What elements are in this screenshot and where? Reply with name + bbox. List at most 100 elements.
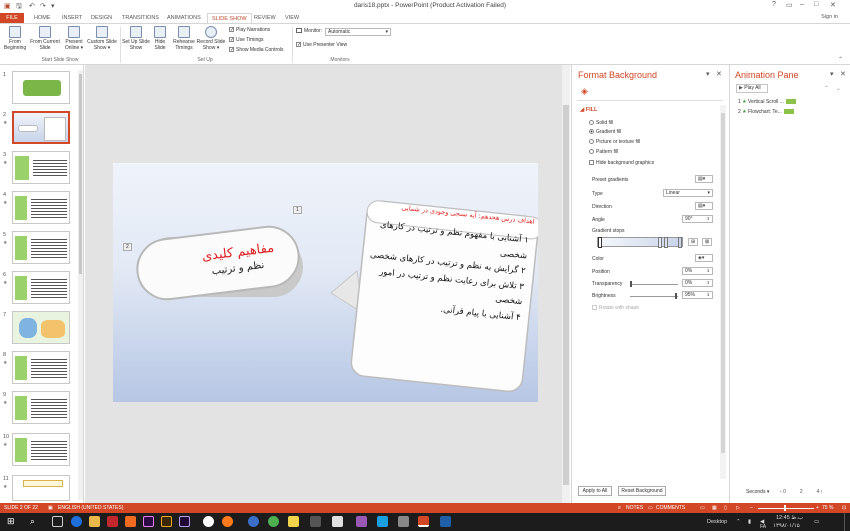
minimize-icon[interactable]: – (800, 1, 804, 8)
sign-in-link[interactable]: Sign in (821, 14, 838, 20)
move-down-icon[interactable]: ⌄ (836, 85, 841, 92)
rotate-with-shape-checkbox[interactable]: Rotate with shape (592, 305, 639, 311)
illustrator-icon[interactable] (161, 516, 172, 527)
animation-item-2[interactable]: 2 ★ Flowchart: Te... (738, 109, 794, 115)
pane-options-icon[interactable]: ▾ (706, 70, 710, 78)
brightness-spinner[interactable]: 95% ⇕ (682, 291, 713, 299)
ribbon-display-icon[interactable]: ▭ (786, 1, 793, 9)
slide-thumbnail-3[interactable] (12, 151, 70, 184)
slide-thumbnail-4[interactable] (12, 191, 70, 224)
reset-background-button[interactable]: Reset Background (618, 486, 666, 496)
type-dropdown[interactable]: Linear ▾ (663, 189, 713, 197)
desktop-toolbar[interactable]: Desktop (707, 519, 727, 525)
animation-item-1[interactable]: 1 ★ Vertical Scroll ... (738, 99, 796, 105)
collapse-ribbon-icon[interactable]: ⌃ (838, 56, 843, 63)
app-icon[interactable] (356, 516, 367, 527)
tab-home[interactable]: HOME (30, 13, 55, 23)
tab-design[interactable]: DESIGN (87, 13, 116, 23)
gradient-stop-handle[interactable] (678, 237, 682, 248)
slide-thumbnail-8[interactable] (12, 351, 70, 384)
from-current-slide-button[interactable]: From Current Slide (30, 26, 60, 51)
file-explorer-icon[interactable] (89, 516, 100, 527)
paint-bucket-icon[interactable]: ◈ (581, 86, 588, 97)
slide-thumbnail-7[interactable] (12, 311, 70, 344)
show-media-controls-checkbox[interactable]: ✓ Show Media Controls (229, 47, 284, 53)
transparency-slider[interactable] (630, 281, 678, 287)
presenter-view-checkbox[interactable]: ✓ Use Presenter View (296, 42, 347, 48)
move-up-icon[interactable]: ⌃ (824, 85, 829, 92)
windows-start-icon[interactable]: ⊞ (7, 516, 15, 527)
zoom-out-icon[interactable]: – (750, 505, 753, 511)
slider-thumb[interactable] (784, 505, 786, 511)
app-icon[interactable] (288, 516, 299, 527)
color-picker[interactable]: ◈▾ (695, 254, 713, 262)
slide-thumbnail-5[interactable] (12, 231, 70, 264)
app-icon[interactable] (248, 516, 259, 527)
solid-fill-radio[interactable]: Solid fill (589, 120, 613, 126)
gradient-stop-handle[interactable] (598, 237, 602, 248)
brightness-slider[interactable] (630, 293, 678, 299)
firefox-icon[interactable] (222, 516, 233, 527)
after-effects-icon[interactable] (179, 516, 190, 527)
edge-icon[interactable] (71, 516, 82, 527)
record-slide-show-button[interactable]: Record Slide Show ▾ (196, 26, 226, 51)
pattern-fill-radio[interactable]: Pattern fill (589, 149, 618, 155)
search-icon[interactable]: ⌕ (30, 516, 35, 527)
slide-sorter-icon[interactable]: ▦ (712, 505, 717, 511)
play-all-button[interactable]: ▶ Play All (736, 84, 768, 93)
slider-thumb[interactable] (675, 293, 677, 299)
close-pane-icon[interactable]: ✕ (716, 70, 722, 78)
media-app-icon[interactable] (203, 516, 214, 527)
preset-gradients-dropdown[interactable]: ▤▾ (695, 175, 713, 183)
set-up-slide-show-button[interactable]: Set Up Slide Show (122, 26, 150, 51)
help-icon[interactable]: ? (772, 1, 776, 8)
app-icon[interactable] (440, 516, 451, 527)
gradient-stop-handle[interactable] (664, 237, 668, 248)
zoom-slider[interactable] (758, 505, 814, 511)
add-gradient-stop-button[interactable]: ⊞ (688, 238, 698, 246)
position-spinner[interactable]: 0% ⇕ (682, 267, 713, 275)
remove-gradient-stop-button[interactable]: ⊠ (702, 238, 712, 246)
slide-thumbnail-11[interactable] (12, 475, 70, 501)
chrome-icon[interactable] (268, 516, 279, 527)
scroll-thumb[interactable] (563, 105, 569, 485)
gradient-stop-handle[interactable] (658, 237, 662, 248)
tab-view[interactable]: VIEW (281, 13, 303, 23)
close-pane-icon[interactable]: ✕ (840, 70, 846, 78)
show-desktop-button[interactable] (844, 513, 850, 531)
slide-thumbnail-2[interactable] (12, 111, 70, 144)
premiere-icon[interactable] (143, 516, 154, 527)
tab-transitions[interactable]: TRANSITIONS (118, 13, 163, 23)
redo-icon[interactable]: ↷ (40, 2, 46, 10)
use-timings-checkbox[interactable]: ✓ Use Timings (229, 37, 264, 43)
apply-to-all-button[interactable]: Apply to All (578, 486, 612, 496)
custom-slide-show-button[interactable]: Custom Slide Show ▾ (86, 26, 118, 51)
gradient-stops-slider[interactable] (597, 237, 683, 248)
clock-time[interactable]: 12:45 ب.ظ (776, 515, 803, 521)
hide-graphics-checkbox[interactable]: Hide background graphics (589, 160, 654, 166)
reading-view-icon[interactable]: ▯ (724, 505, 727, 511)
notes-button[interactable]: NOTES (626, 505, 643, 511)
comments-button[interactable]: COMMENTS (656, 505, 685, 511)
powerpoint-taskbar-icon[interactable] (418, 516, 429, 527)
tab-insert[interactable]: INSERT (58, 13, 86, 23)
slide-thumbnail-9[interactable] (12, 391, 70, 424)
scroll-thumb[interactable] (721, 113, 725, 453)
task-view-icon[interactable] (52, 516, 63, 527)
input-language[interactable]: FA (760, 524, 766, 530)
transparency-spinner[interactable]: 0% ⇕ (682, 279, 713, 287)
network-icon[interactable]: ▮ (748, 519, 751, 525)
picture-fill-radio[interactable]: Picture or texture fill (589, 139, 640, 145)
scroll-thumb[interactable] (79, 74, 82, 274)
customize-icon[interactable]: ▾ (51, 2, 55, 10)
direction-dropdown[interactable]: ▤▾ (695, 202, 713, 210)
hide-slide-button[interactable]: Hide Slide (151, 26, 169, 51)
slide-thumbnail-6[interactable] (12, 271, 70, 304)
normal-view-icon[interactable]: ▭ (700, 505, 705, 511)
present-online-button[interactable]: Present Online ▾ (62, 26, 86, 51)
app-icon[interactable] (332, 516, 343, 527)
clock-date[interactable]: ۱۳۹۸/۰۱/۱۵ (773, 523, 800, 529)
spellcheck-icon[interactable]: ▣ (48, 505, 53, 511)
seconds-dropdown[interactable]: Seconds ▾ (746, 489, 769, 495)
zoom-level[interactable]: 75 % (822, 505, 833, 511)
